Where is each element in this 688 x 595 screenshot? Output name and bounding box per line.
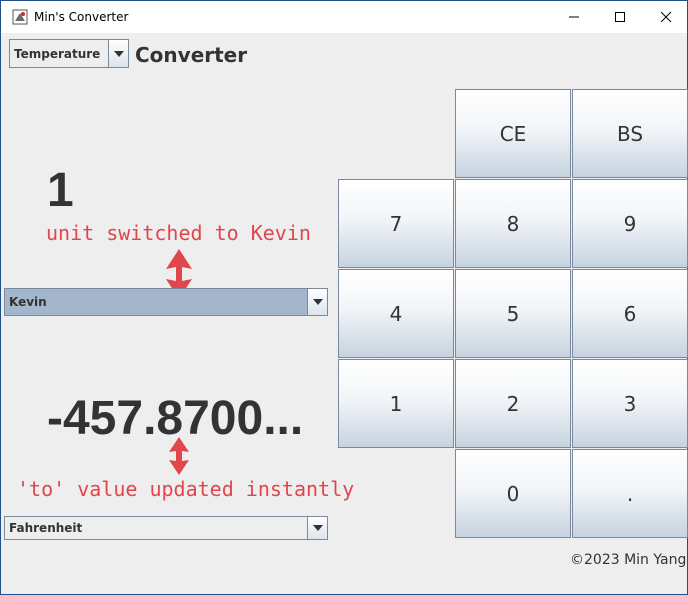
key-decimal[interactable]: . <box>572 449 688 538</box>
key-bs[interactable]: BS <box>572 89 688 178</box>
key-6[interactable]: 6 <box>572 269 688 358</box>
key-2[interactable]: 2 <box>455 359 571 448</box>
maximize-icon <box>615 12 625 22</box>
key-9[interactable]: 9 <box>572 179 688 268</box>
minimize-button[interactable] <box>551 1 597 33</box>
to-unit-select[interactable]: Fahrenheit <box>4 516 328 540</box>
from-value-display: 1 <box>47 164 74 217</box>
key-3[interactable]: 3 <box>572 359 688 448</box>
chevron-down-icon[interactable] <box>108 40 128 67</box>
from-unit-select[interactable]: Kevin <box>4 288 328 316</box>
annotation-unit-switched: unit switched to Kevin <box>46 221 311 245</box>
double-arrow-icon <box>169 437 189 475</box>
chevron-down-icon[interactable] <box>307 289 327 315</box>
window-title: Min's Converter <box>34 10 129 24</box>
copyright-text: ©2023 Min Yang <box>570 552 687 568</box>
from-unit-value: Kevin <box>9 295 47 309</box>
key-7[interactable]: 7 <box>338 179 454 268</box>
key-1[interactable]: 1 <box>338 359 454 448</box>
key-4[interactable]: 4 <box>338 269 454 358</box>
converter-title: Converter <box>135 43 248 67</box>
close-icon <box>660 11 672 23</box>
to-unit-value: Fahrenheit <box>9 521 83 535</box>
minimize-icon <box>569 16 579 18</box>
key-8[interactable]: 8 <box>455 179 571 268</box>
app-window: Min's Converter Temperature Converter 1 … <box>0 0 688 595</box>
annotation-value-updated: 'to' value updated instantly <box>17 477 355 501</box>
category-select-value: Temperature <box>14 46 101 61</box>
category-select[interactable]: Temperature <box>9 39 129 68</box>
key-ce[interactable]: CE <box>455 89 571 178</box>
close-button[interactable] <box>643 1 688 33</box>
key-0[interactable]: 0 <box>455 449 571 538</box>
app-icon <box>12 9 28 25</box>
title-bar: Min's Converter <box>1 1 687 33</box>
chevron-down-icon[interactable] <box>307 517 327 539</box>
maximize-button[interactable] <box>597 1 643 33</box>
key-5[interactable]: 5 <box>455 269 571 358</box>
